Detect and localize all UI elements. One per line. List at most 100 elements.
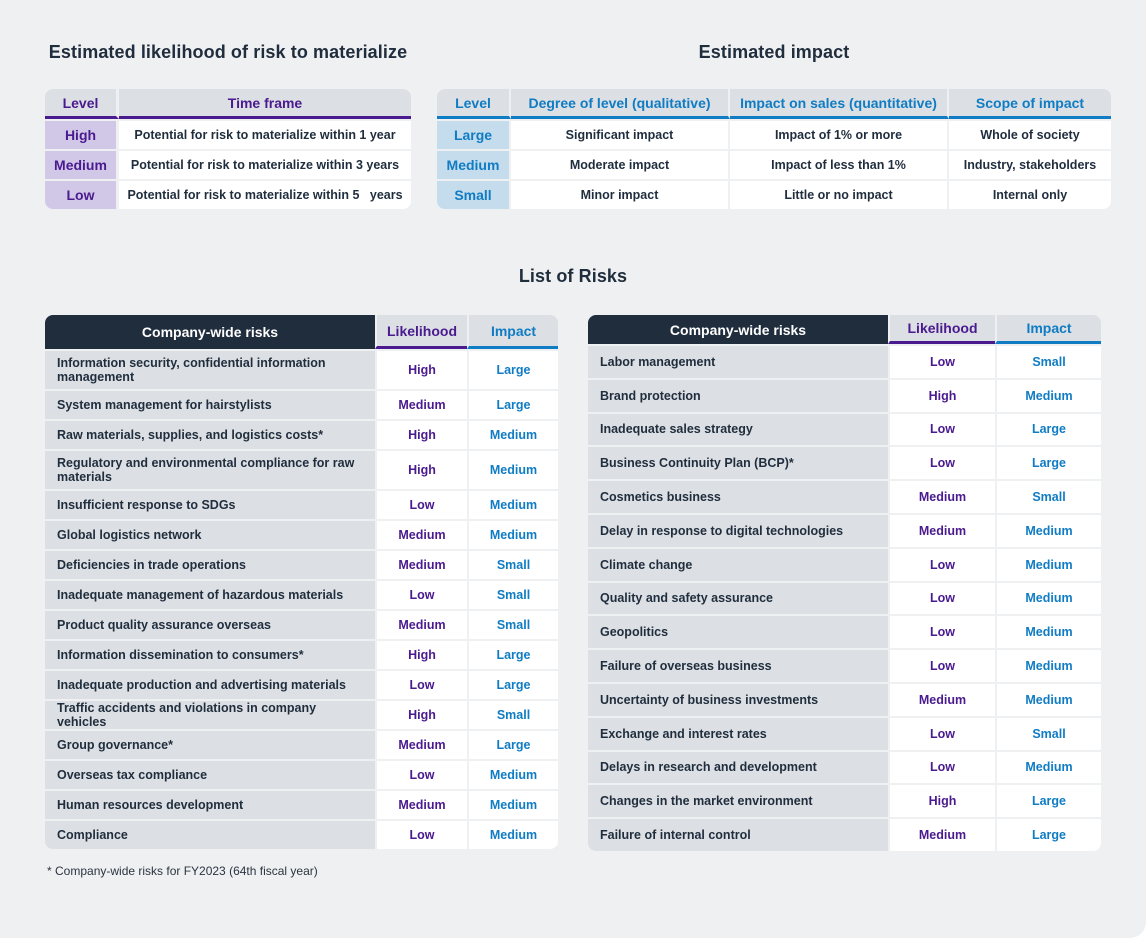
risk-likelihood: High <box>375 349 467 389</box>
risk-impact: Medium <box>995 546 1101 581</box>
risk-impact: Large <box>467 389 558 419</box>
risk-row: Quality and safety assurance Low Medium <box>588 580 1101 615</box>
risk-name: Product quality assurance overseas <box>45 609 375 639</box>
risk-impact: Medium <box>467 759 558 789</box>
risk-impact: Small <box>467 579 558 609</box>
column-header-likelihood: Likelihood <box>888 315 995 344</box>
impact-level: Small <box>437 179 511 209</box>
risk-impact: Large <box>995 783 1101 818</box>
risk-name: Changes in the market environment <box>588 783 888 818</box>
risk-name: Information dissemination to consumers* <box>45 639 375 669</box>
impact-scope: Internal only <box>949 179 1111 209</box>
column-header-scope: Scope of impact <box>949 89 1111 119</box>
risk-likelihood: Low <box>375 759 467 789</box>
risk-name: Delays in research and development <box>588 749 888 784</box>
risk-likelihood: Low <box>888 614 995 649</box>
column-header-degree: Degree of level (qualitative) <box>511 89 730 119</box>
risk-row: Failure of internal control Medium Large <box>588 817 1101 851</box>
likelihood-section-title: Estimated likelihood of risk to material… <box>48 42 408 62</box>
risk-impact: Large <box>995 445 1101 480</box>
risk-likelihood: Low <box>888 411 995 446</box>
risk-likelihood: Low <box>375 819 467 849</box>
risk-table-left: Company-wide risks Likelihood Impact Inf… <box>45 315 558 849</box>
risk-likelihood: Low <box>888 749 995 784</box>
likelihood-level: High <box>45 119 119 149</box>
risk-impact: Small <box>995 479 1101 513</box>
risk-impact: Large <box>467 349 558 389</box>
risk-impact: Large <box>467 639 558 669</box>
likelihood-time-frame: Potential for risk to materialize within… <box>119 119 411 149</box>
impact-degree: Significant impact <box>511 119 730 149</box>
risk-name: Overseas tax compliance <box>45 759 375 789</box>
risk-likelihood: High <box>888 783 995 818</box>
risk-row: Business Continuity Plan (BCP)* Low Large <box>588 445 1101 480</box>
risk-name: Geopolitics <box>588 614 888 649</box>
column-header-risk-name: Company-wide risks <box>45 315 375 349</box>
impact-degree: Moderate impact <box>511 149 730 179</box>
risk-row: Regulatory and environmental compliance … <box>45 449 558 489</box>
risk-likelihood: Medium <box>375 389 467 419</box>
risk-likelihood: High <box>375 449 467 489</box>
risk-row: Failure of overseas business Low Medium <box>588 648 1101 682</box>
risk-name: Delay in response to digital technologie… <box>588 512 888 547</box>
risk-likelihood: Low <box>888 344 995 378</box>
footnote: * Company-wide risks for FY2023 (64th fi… <box>47 864 318 878</box>
risk-row: Insufficient response to SDGs Low Medium <box>45 489 558 519</box>
risk-impact: Medium <box>995 648 1101 682</box>
impact-legend-row: Medium Moderate impact Impact of less than… <box>437 149 1111 179</box>
risk-row: Compliance Low Medium <box>45 819 558 849</box>
risk-impact: Medium <box>995 580 1101 615</box>
risk-row: Deficiencies in trade operations Medium Sm… <box>45 549 558 579</box>
risk-impact: Medium <box>995 614 1101 649</box>
impact-on-sales: Little or no impact <box>730 179 949 209</box>
impact-legend-row: Small Minor impact Little or no impact Inte… <box>437 179 1111 209</box>
risk-likelihood: Medium <box>375 729 467 759</box>
risk-likelihood: Medium <box>888 512 995 547</box>
impact-on-sales: Impact of less than 1% <box>730 149 949 179</box>
likelihood-legend-row: Medium Potential for risk to materialize… <box>45 149 411 179</box>
impact-level: Large <box>437 119 511 149</box>
risk-name: Information security, confidential infor… <box>45 349 375 389</box>
risk-table-right: Company-wide risks Likelihood Impact Lab… <box>588 315 1101 851</box>
risk-impact: Small <box>467 609 558 639</box>
impact-legend-row: Large Significant impact Impact of 1% or m… <box>437 119 1111 149</box>
risk-name: Cosmetics business <box>588 479 888 513</box>
impact-scope: Whole of society <box>949 119 1111 149</box>
impact-legend-table: Level Degree of level (qualitative) Impa… <box>437 89 1111 209</box>
risk-table-header-row: Company-wide risks Likelihood Impact <box>588 315 1101 344</box>
risk-likelihood: Low <box>375 669 467 699</box>
risk-likelihood: Low <box>888 445 995 480</box>
risk-likelihood: Medium <box>888 681 995 716</box>
impact-section-title: Estimated impact <box>698 42 850 62</box>
risk-row: Inadequate management of hazardous mater… <box>45 579 558 609</box>
risk-impact: Medium <box>467 819 558 849</box>
page-container: Estimated likelihood of risk to material… <box>0 0 1146 938</box>
risk-likelihood: High <box>375 419 467 449</box>
risk-row: Information security, confidential infor… <box>45 349 558 389</box>
risk-impact: Small <box>995 344 1101 378</box>
risk-likelihood: Medium <box>375 789 467 819</box>
risk-row: Inadequate production and advertising ma… <box>45 669 558 699</box>
risk-name: Climate change <box>588 546 888 581</box>
risk-name: System management for hairstylists <box>45 389 375 419</box>
risk-likelihood: Low <box>888 648 995 682</box>
likelihood-level: Medium <box>45 149 119 179</box>
risk-impact: Medium <box>995 377 1101 412</box>
likelihood-time-frame: Potential for risk to materialize within… <box>119 179 411 209</box>
risk-name: Group governance* <box>45 729 375 759</box>
risk-row: Geopolitics Low Medium <box>588 614 1101 649</box>
column-header-time-frame: Time frame <box>119 89 411 119</box>
risk-row: Global logistics network Medium Medium <box>45 519 558 549</box>
column-header-level: Level <box>45 89 119 119</box>
risk-row: System management for hairstylists Medium… <box>45 389 558 419</box>
risk-likelihood: Medium <box>375 549 467 579</box>
impact-scope: Industry, stakeholders <box>949 149 1111 179</box>
risk-name: Raw materials, supplies, and logistics c… <box>45 419 375 449</box>
risk-likelihood: High <box>375 639 467 669</box>
risk-impact: Medium <box>467 519 558 549</box>
risk-impact: Small <box>995 715 1101 750</box>
risk-name: Business Continuity Plan (BCP)* <box>588 445 888 480</box>
risk-impact: Medium <box>995 749 1101 784</box>
impact-level: Medium <box>437 149 511 179</box>
risk-name: Labor management <box>588 344 888 378</box>
